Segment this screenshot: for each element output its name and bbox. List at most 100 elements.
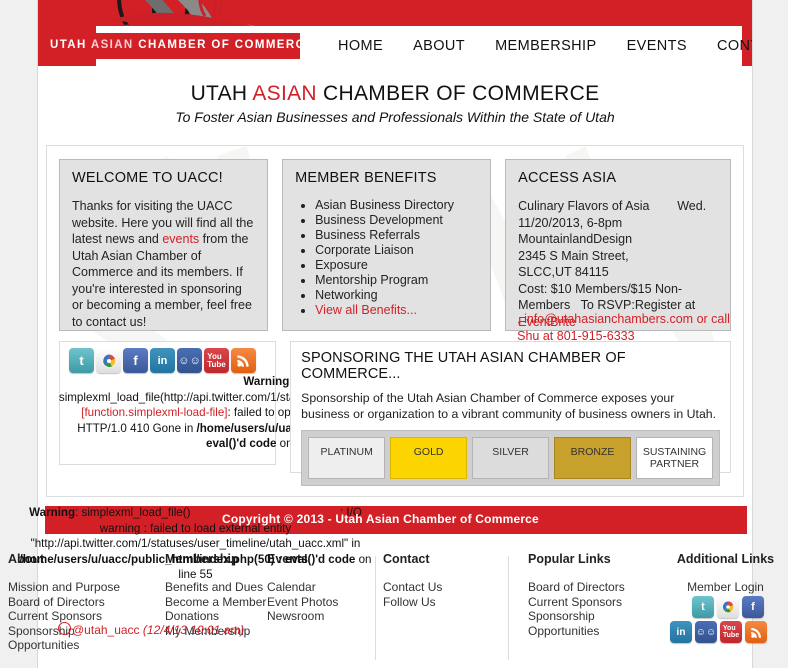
event-venue: MountainlandDesign <box>518 232 633 246</box>
nav-events[interactable]: EVENTS <box>627 38 687 54</box>
list-item[interactable]: Sponsorship Opportunities <box>528 609 648 638</box>
list-item[interactable]: Current Sponsors <box>528 595 648 610</box>
nav-home[interactable]: HOME <box>338 38 383 54</box>
twitter-icon[interactable]: t <box>69 348 94 373</box>
site-logo-text[interactable]: UTAH ASIAN CHAMBER OF COMMERCE <box>50 39 314 51</box>
warning-evald: : eval()'d code <box>274 552 356 566</box>
list-item: Business Development <box>315 213 478 228</box>
google-plus-icon[interactable] <box>717 596 739 618</box>
page-title-part1: UTAH <box>190 82 253 105</box>
info-box-row: WELCOME TO UACC! Thanks for visiting the… <box>47 146 743 343</box>
warning-doc-link[interactable]: [function.simplexml-load-file] <box>81 406 227 419</box>
footer-col-additional-links: Additional Links Member Login <box>663 552 788 595</box>
list-item[interactable]: Board of Directors <box>8 595 138 610</box>
myspace-icon[interactable]: ☺☺ <box>695 621 717 643</box>
footer-heading-contact: Contact <box>383 552 430 566</box>
tier-silver[interactable]: SILVER <box>472 437 550 479</box>
tier-sustaining-partner[interactable]: SUSTAINING PARTNER <box>636 437 714 479</box>
page-title-asian: ASIAN <box>252 82 317 105</box>
facebook-icon[interactable]: f <box>742 596 764 618</box>
title-band: UTAH ASIAN CHAMBER OF COMMERCE To Foster… <box>38 66 752 131</box>
list-item[interactable]: Member Login <box>663 580 788 595</box>
welcome-box: WELCOME TO UACC! Thanks for visiting the… <box>59 159 269 331</box>
welcome-text-after: from the Utah Asian Chamber of Commerce … <box>72 232 252 329</box>
list-item: Business Referrals <box>315 228 478 243</box>
facebook-icon[interactable]: f <box>123 348 148 373</box>
access-asia-heading: ACCESS ASIA <box>518 170 617 186</box>
tweet-avatar-icon <box>58 622 71 635</box>
event-rsvp: To RSVP:Register at <box>580 298 696 312</box>
twitter-feed-box: t f in ☺☺ YouTube Warning: simplexml_loa… <box>59 341 477 465</box>
tier-bronze[interactable]: BRONZE <box>554 437 632 479</box>
tweet-handle[interactable]: @utah_uacc <box>72 623 140 637</box>
tweet-meta[interactable]: @utah_uacc (12/4/13 10:01 am) <box>58 622 244 637</box>
youtube-icon[interactable]: You Tube <box>204 348 229 373</box>
list-item[interactable]: Event Photos <box>267 595 367 610</box>
list-item: Networking <box>315 288 478 303</box>
list-item[interactable]: Board of Directors <box>528 580 648 595</box>
logo-utah: UTAH <box>50 39 87 51</box>
nav-contact[interactable]: CONTACT <box>717 38 752 54</box>
footer-heading-popular-links: Popular Links <box>528 552 611 566</box>
list-item: Asian Business Directory <box>315 198 478 213</box>
event-weekday: Wed. <box>677 199 707 213</box>
list-item[interactable]: Follow Us <box>383 595 493 610</box>
welcome-heading: WELCOME TO UACC! <box>72 170 223 186</box>
footer-social-row-2: in ☺☺ You Tube <box>670 621 770 643</box>
events-link[interactable]: events <box>162 232 199 246</box>
youtube-icon[interactable]: You Tube <box>720 621 742 643</box>
google-plus-icon[interactable] <box>96 348 121 373</box>
logo-asian: ASIAN <box>90 39 134 51</box>
page-title: UTAH ASIAN CHAMBER OF COMMERCE <box>38 82 752 106</box>
event-city: SLCC,UT 84115 <box>518 265 609 279</box>
sponsoring-text: Sponsorship of the Utah Asian Chamber of… <box>301 391 717 421</box>
tier-platinum[interactable]: PLATINUM <box>308 437 386 479</box>
list-item: Corporate Liaison <box>315 243 478 258</box>
footer-social-icons: t f in ☺☺ You Tube <box>670 596 770 646</box>
list-item[interactable]: Become a Member <box>165 595 275 610</box>
page-title-part2: CHAMBER OF COMMERCE <box>316 82 600 105</box>
twitter-icon[interactable]: t <box>692 596 714 618</box>
lower-content-row: t f in ☺☺ YouTube Warning: simplexml_loa… <box>47 331 743 486</box>
event-name: Culinary Flavors of Asia <box>518 199 650 213</box>
event-address: 2345 S Main Street, <box>518 248 629 263</box>
linkedin-icon[interactable]: in <box>150 348 175 373</box>
member-benefits-box: MEMBER BENEFITS Asian Business Directory… <box>282 159 492 331</box>
sponsoring-heading: SPONSORING THE UTAH ASIAN CHAMBER OF COM… <box>301 350 626 382</box>
sponsoring-box: SPONSORING THE UTAH ASIAN CHAMBER OF COM… <box>290 341 731 486</box>
list-item: Exposure <box>315 258 478 273</box>
footer-col-popular-links: Popular Links Board of Directors Current… <box>528 552 648 638</box>
footer-col-contact: Contact Contact Us Follow Us <box>383 552 493 609</box>
list-item: View all Benefits... <box>315 303 478 318</box>
warning-path: /home/users/u/uacc/public_html/index.php… <box>19 552 275 566</box>
footer-social-row-1: t f <box>670 596 770 618</box>
nav-about[interactable]: ABOUT <box>413 38 465 54</box>
site-header: UTAH ASIAN CHAMBER OF COMMERCE HOME ABOU… <box>38 0 752 66</box>
tier-gold[interactable]: GOLD <box>390 437 468 479</box>
rss-icon[interactable] <box>231 348 256 373</box>
warning-function: simplexml_load_file() <box>81 506 191 519</box>
myspace-icon[interactable]: ☺☺ <box>177 348 202 373</box>
benefits-list: Asian Business Directory Business Develo… <box>295 198 478 318</box>
welcome-text: Thanks for visiting the UACC website. He… <box>72 198 255 330</box>
sponsorship-tier-row: PLATINUM GOLD SILVER BRONZE SUSTAINING P… <box>301 430 720 486</box>
list-item[interactable]: Contact Us <box>383 580 493 595</box>
tagline: To Foster Asian Businesses and Professio… <box>175 109 615 125</box>
social-icon-row: t f in ☺☺ You Tube <box>60 342 275 373</box>
list-item[interactable]: Newsroom <box>267 609 367 624</box>
rss-icon[interactable] <box>745 621 767 643</box>
tweet-timestamp: (12/4/13 10:01 am) <box>142 623 245 637</box>
footer-links-contact: Contact Us Follow Us <box>383 580 493 609</box>
warning-label: Warning <box>243 375 290 388</box>
view-all-benefits-link[interactable]: View all Benefits... <box>315 303 417 317</box>
footer-links-additional: Member Login <box>663 580 788 595</box>
linkedin-icon[interactable]: in <box>670 621 692 643</box>
footer-heading-additional-links: Additional Links <box>676 552 775 566</box>
warning-label: Warning <box>29 506 76 519</box>
benefits-heading: MEMBER BENEFITS <box>295 170 437 186</box>
footer-links-popular: Board of Directors Current Sponsors Spon… <box>528 580 648 638</box>
footer-links-about: Mission and Purpose Board of Directors C… <box>8 580 138 653</box>
footer-divider <box>508 556 509 660</box>
main-content-area: WELCOME TO UACC! Thanks for visiting the… <box>46 145 744 497</box>
nav-membership[interactable]: MEMBERSHIP <box>495 38 597 54</box>
